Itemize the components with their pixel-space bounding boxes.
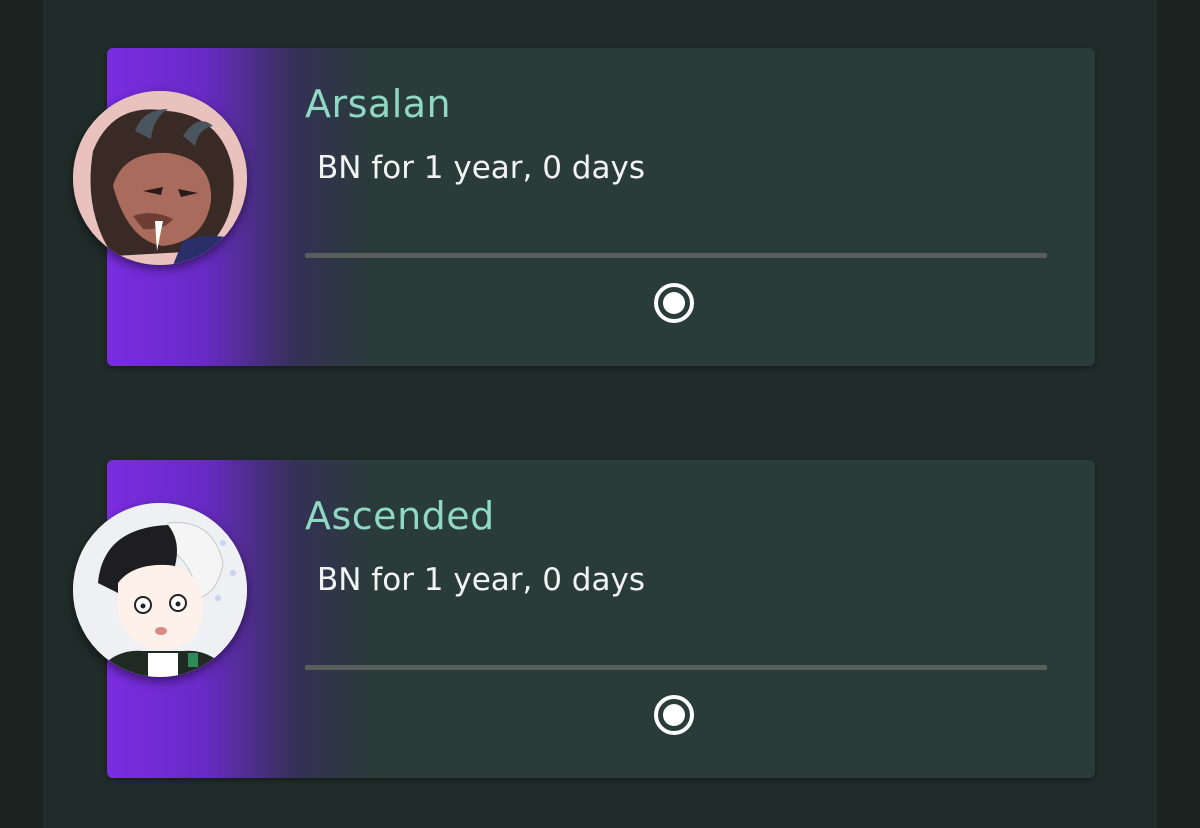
lion-demon-avatar-icon[interactable]: [73, 91, 247, 265]
user-card-ascended[interactable]: Ascended BN for 1 year, 0 days: [107, 460, 1095, 778]
anime-boy-avatar-icon[interactable]: [73, 503, 247, 677]
radio-button-icon[interactable]: [653, 694, 695, 736]
tenure-text: BN for 1 year, 0 days: [317, 150, 645, 186]
username[interactable]: Arsalan: [305, 82, 451, 126]
radio-button-icon[interactable]: [653, 282, 695, 324]
page: Arsalan BN for 1 year, 0 days Ascended B…: [0, 0, 1200, 828]
divider: [305, 253, 1047, 258]
divider: [305, 665, 1047, 670]
tenure-text: BN for 1 year, 0 days: [317, 562, 645, 598]
user-card-arsalan[interactable]: Arsalan BN for 1 year, 0 days: [107, 48, 1095, 366]
username[interactable]: Ascended: [305, 494, 495, 538]
